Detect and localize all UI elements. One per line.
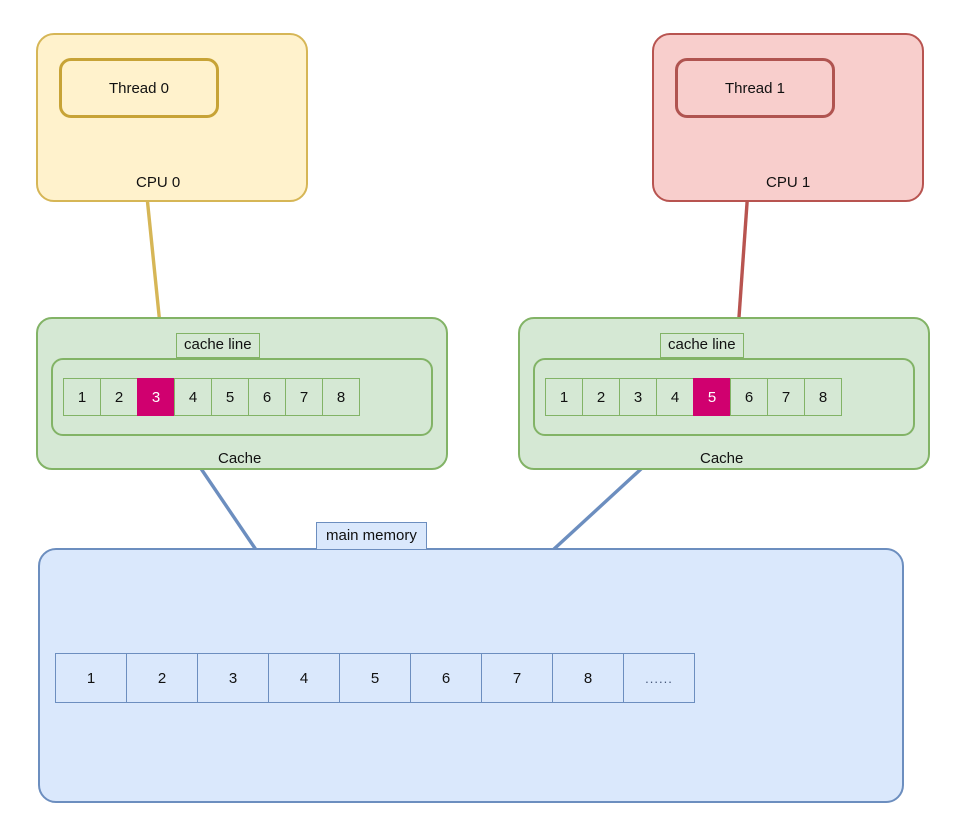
main-memory-cell: 2 xyxy=(126,653,198,703)
cache-left-cells: 1 2 3 4 5 6 7 8 xyxy=(63,378,360,416)
cache-right-cell: 6 xyxy=(730,378,768,416)
cache-left-cell: 1 xyxy=(63,378,101,416)
cache-left-line-label: cache line xyxy=(176,333,260,358)
thread0-box: Thread 0 xyxy=(59,58,219,118)
cache-right-cell: 8 xyxy=(804,378,842,416)
cache-left-cell: 4 xyxy=(174,378,212,416)
main-memory-label: main memory xyxy=(316,522,427,550)
cache-left-cell: 6 xyxy=(248,378,286,416)
main-memory-cell: 6 xyxy=(410,653,482,703)
cache-left-cell: 8 xyxy=(322,378,360,416)
main-memory-cell: 1 xyxy=(55,653,127,703)
cache-right-cells: 1 2 3 4 5 6 7 8 xyxy=(545,378,842,416)
cache-right-cell-highlighted: 5 xyxy=(693,378,731,416)
cache-left-cell-highlighted: 3 xyxy=(137,378,175,416)
cache-right-cell: 7 xyxy=(767,378,805,416)
cache-right-line-label: cache line xyxy=(660,333,744,358)
cache-left-cell: 7 xyxy=(285,378,323,416)
cache-left-cell: 2 xyxy=(100,378,138,416)
main-memory-cell-ellipsis: ...... xyxy=(623,653,695,703)
main-memory-cell: 3 xyxy=(197,653,269,703)
cache-left-label: Cache xyxy=(218,450,262,467)
diagram-canvas: Thread 0 CPU 0 Thread 1 CPU 1 1 2 3 4 5 … xyxy=(0,0,964,833)
main-memory-cell: 8 xyxy=(552,653,624,703)
cache-right-cell: 1 xyxy=(545,378,583,416)
thread0-label: Thread 0 xyxy=(108,79,170,97)
cache-right-cell: 3 xyxy=(619,378,657,416)
cache-right-cell: 2 xyxy=(582,378,620,416)
main-memory-cells: 1 2 3 4 5 6 7 8 ...... xyxy=(55,653,695,703)
thread1-box: Thread 1 xyxy=(675,58,835,118)
cache-left-cell: 5 xyxy=(211,378,249,416)
cache-right-cell: 4 xyxy=(656,378,694,416)
cpu0-label: CPU 0 xyxy=(136,174,181,191)
cache-right-label: Cache xyxy=(700,450,744,467)
main-memory-cell: 4 xyxy=(268,653,340,703)
thread1-label: Thread 1 xyxy=(724,79,786,97)
cpu1-label: CPU 1 xyxy=(766,174,811,191)
main-memory-cell: 5 xyxy=(339,653,411,703)
main-memory-cell: 7 xyxy=(481,653,553,703)
